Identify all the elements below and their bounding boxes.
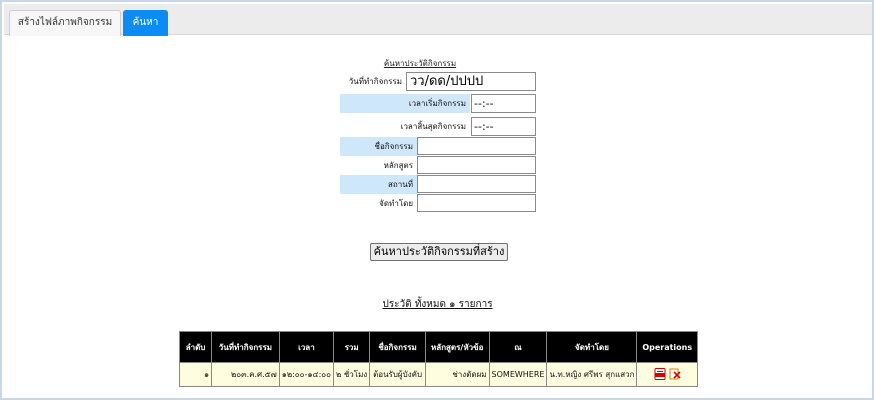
cell-course: ช่างตัดผม	[424, 362, 490, 387]
cell-activity-name: ต้อนรับผู้บังคับ	[369, 362, 426, 387]
tab-create-activity-image[interactable]: สร้างไฟล์ภาพกิจกรรม	[9, 10, 121, 36]
search-history-button[interactable]: ค้นหาประวัติกิจกรรมที่สร้าง	[370, 243, 508, 261]
cell-operations	[636, 362, 698, 387]
organizer-input[interactable]	[417, 194, 536, 212]
place-input[interactable]	[417, 175, 536, 193]
col-organizer: จัดทำโดย	[546, 331, 638, 363]
tab-search[interactable]: ค้นหา	[123, 10, 168, 36]
activity-name-label: ชื่อกิจกรรม	[340, 137, 417, 156]
table-header-row: ลำดับ วันที่ทำกิจกรรม เวลา รวม ชื่อกิจกร…	[178, 331, 698, 363]
delete-icon[interactable]	[669, 368, 681, 380]
col-at: ณ	[488, 331, 548, 363]
col-time: เวลา	[278, 331, 335, 363]
tab-bar: สร้างไฟล์ภาพกิจกรรม ค้นหา	[4, 4, 872, 36]
place-label: สถานที่	[340, 175, 417, 194]
pdf-icon[interactable]	[654, 367, 666, 380]
date-input[interactable]: วว/ดด/ปปปป	[406, 72, 536, 91]
cell-date: ๒๐๓.ค.ศ.๕๗	[211, 362, 280, 387]
organizer-label: จัดทำโดย	[379, 199, 413, 208]
col-total: รวม	[333, 331, 371, 363]
end-time-label: เวลาสิ้นสุดกิจกรรม	[400, 122, 466, 131]
table-row: ๑ ๒๐๓.ค.ศ.๕๗ ๑๒:๐๐-๑๔:๐๐ ๒ ชั่วโมง ต้อนร…	[178, 362, 698, 387]
history-summary: ประวัติ ทั้งหมด ๑ รายการ	[382, 299, 493, 310]
date-label: วันที่ทำกิจกรรม	[348, 77, 402, 86]
cell-order: ๑	[178, 362, 213, 387]
course-input[interactable]	[417, 156, 536, 174]
cell-time: ๑๒:๐๐-๑๔:๐๐	[278, 362, 335, 387]
col-course: หลักสูตร/หัวข้อ	[424, 331, 490, 363]
end-time-input[interactable]: --:--	[471, 117, 536, 136]
start-time-input[interactable]: --:--	[471, 94, 536, 113]
search-form-title: ค้นหาประวัติกิจกรรม	[383, 59, 457, 68]
activity-name-input[interactable]	[417, 137, 536, 155]
col-operations: Operations	[636, 331, 698, 363]
cell-at: SOMEWHERE	[488, 362, 548, 387]
col-order: ลำดับ	[178, 331, 213, 363]
results-table: ลำดับ วันที่ทำกิจกรรม เวลา รวม ชื่อกิจกร…	[178, 331, 698, 387]
col-date: วันที่ทำกิจกรรม	[211, 331, 280, 363]
course-label: หลักสูตร	[383, 161, 413, 170]
cell-total: ๒ ชั่วโมง	[333, 362, 371, 387]
col-activity-name: ชื่อกิจกรรม	[369, 331, 426, 363]
start-time-label: เวลาเริ่มกิจกรรม	[340, 94, 470, 113]
cell-organizer: น.ท.หญิง ศรีพร สุกแสวก	[546, 362, 638, 387]
